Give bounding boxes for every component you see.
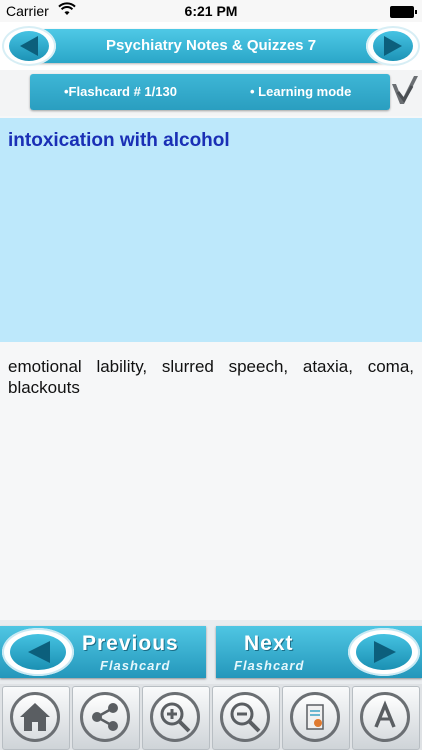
flashcard-counter: •Flashcard # 1/130 [64, 84, 177, 99]
clock: 6:21 PM [184, 3, 238, 19]
zoom-out-icon [230, 702, 261, 733]
previous-flashcard-button[interactable]: Previous Flashcard [0, 626, 206, 678]
battery-icon [390, 6, 417, 18]
arrow-right-icon [384, 36, 402, 56]
forward-button[interactable] [366, 26, 420, 66]
font-button[interactable] [352, 686, 420, 750]
home-button[interactable] [2, 686, 70, 750]
app-title: Psychiatry Notes & Quizzes 7 [20, 29, 402, 63]
next-label: Next [244, 632, 294, 655]
logo-icon [390, 74, 420, 117]
share-icon [92, 703, 118, 731]
header: Psychiatry Notes & Quizzes 7 [0, 22, 422, 70]
zoom-in-icon [160, 702, 191, 733]
arrow-right-icon [374, 641, 396, 663]
next-circle [348, 628, 420, 676]
document-button[interactable] [282, 686, 350, 750]
mode-label: • Learning mode [250, 84, 352, 99]
zoom-in-button[interactable] [142, 686, 210, 750]
back-button[interactable] [2, 26, 56, 66]
question-text: intoxication with alcohol [8, 130, 230, 151]
document-icon [306, 704, 324, 730]
bottom-toolbar [0, 684, 422, 750]
arrow-left-icon [28, 641, 50, 663]
previous-sublabel: Flashcard [100, 658, 171, 673]
answer-text: emotional lability, slurred speech, atax… [8, 357, 414, 397]
previous-circle [2, 628, 74, 676]
font-icon [374, 700, 396, 728]
status-bar: Carrier 6:21 PM [0, 0, 422, 22]
share-button[interactable] [72, 686, 140, 750]
question-panel: intoxication with alcohol [0, 118, 422, 342]
info-bar-area: •Flashcard # 1/130 • Learning mode [0, 70, 422, 116]
info-bar: •Flashcard # 1/130 • Learning mode [30, 74, 390, 110]
arrow-left-icon [20, 36, 38, 56]
flashcard-navigation: Previous Flashcard Next Flashcard [0, 620, 422, 684]
next-sublabel: Flashcard [234, 658, 305, 673]
zoom-out-button[interactable] [212, 686, 280, 750]
previous-label: Previous [82, 632, 179, 655]
home-icon [20, 703, 50, 731]
next-flashcard-button[interactable]: Next Flashcard [216, 626, 422, 678]
